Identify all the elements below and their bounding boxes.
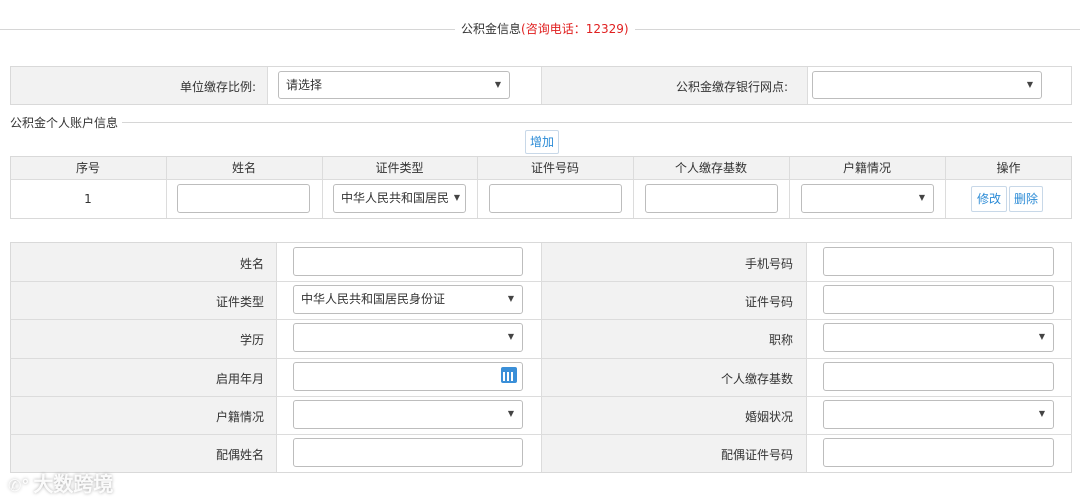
marital-select[interactable]: ▼ [823,400,1054,429]
row-index: 1 [84,192,92,206]
id-type-value: 中华人民共和国居民身份证 [301,292,446,306]
hotline-text: (咨询电话：12329) [521,22,629,36]
marital-label: 婚姻状况 [744,410,793,424]
page-title: 公积金信息(咨询电话：12329) [455,20,635,37]
chevron-down-icon: ▼ [1026,80,1033,89]
base-input[interactable] [823,362,1054,391]
chevron-down-icon: ▼ [507,409,514,418]
start-date-label: 启用年月 [215,372,264,386]
education-label: 学历 [239,333,264,347]
base-label: 个人缴存基数 [720,372,793,386]
chevron-down-icon: ▼ [507,332,514,341]
chevron-down-icon: ▼ [918,193,925,202]
add-button[interactable]: 增加 [525,130,559,154]
col-header-base: 个人缴存基数 [674,161,747,175]
row-household-select[interactable]: ▼ [801,184,934,213]
watermark-text: 大数跨境 [33,472,114,496]
section-divider [10,122,1072,123]
start-date-input[interactable] [293,362,523,391]
name-label: 姓名 [239,257,264,271]
phone-input[interactable] [823,247,1054,276]
edit-button[interactable]: 修改 [971,186,1007,212]
household-label: 户籍情况 [215,410,264,424]
id-type-select[interactable]: 中华人民共和国居民身份证 ▼ [293,285,523,314]
col-header-name: 姓名 [231,161,256,175]
row-id-number-input[interactable] [489,184,622,213]
page-title-text: 公积金信息 [461,22,522,36]
row-name-input[interactable] [177,184,310,213]
col-header-household: 户籍情况 [842,161,891,175]
watermark: ✆° 大数跨境 [8,468,113,496]
chevron-down-icon: ▼ [494,80,501,89]
col-header-id-number: 证件号码 [530,161,579,175]
watermark-logo-icon: ✆° [8,476,30,495]
title-label: 职称 [768,333,793,347]
spouse-id-input[interactable] [823,438,1054,467]
row-base-input[interactable] [645,184,778,213]
spouse-name-input[interactable] [293,438,523,467]
id-number-input[interactable] [823,285,1054,314]
chevron-down-icon: ▼ [1038,332,1045,341]
title-select[interactable]: ▼ [823,323,1054,352]
id-number-label: 证件号码 [744,295,793,309]
delete-button[interactable]: 删除 [1009,186,1043,212]
id-type-label: 证件类型 [215,295,264,309]
name-input[interactable] [293,247,523,276]
spouse-name-label: 配偶姓名 [215,448,264,462]
phone-label: 手机号码 [744,257,793,271]
bank-label: 公积金缴存银行网点: [675,80,788,94]
chevron-down-icon: ▼ [1038,409,1045,418]
row-id-type-select[interactable]: 中华人民共和国居民 ▼ [333,184,466,213]
ratio-select-value: 请选择 [286,78,323,92]
spouse-id-label: 配偶证件号码 [720,448,793,462]
col-header-index: 序号 [75,161,100,175]
ratio-label: 单位缴存比例: [179,80,256,94]
section-title: 公积金个人账户信息 [10,114,123,131]
row-id-type-value: 中华人民共和国居民 [341,191,450,205]
ratio-select[interactable]: 请选择 ▼ [278,71,510,99]
household-select[interactable]: ▼ [293,400,523,429]
education-select[interactable]: ▼ [293,323,523,352]
calendar-icon[interactable] [501,367,517,383]
bank-select[interactable]: ▼ [812,71,1042,99]
col-header-actions: 操作 [996,161,1021,175]
chevron-down-icon: ▼ [507,294,514,303]
chevron-down-icon: ▼ [453,193,460,202]
col-header-id-type: 证件类型 [375,161,424,175]
